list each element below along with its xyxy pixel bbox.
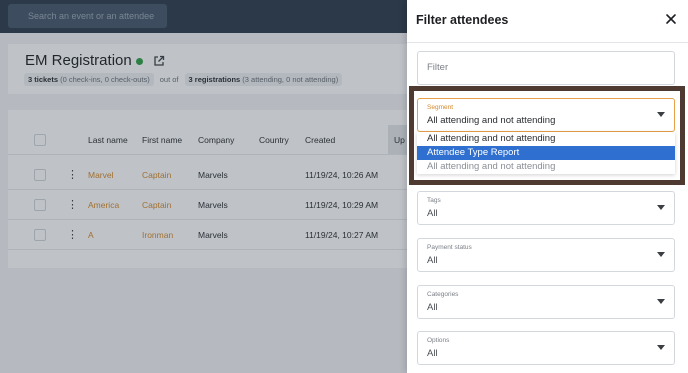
payment-status-label: Payment status	[427, 244, 472, 251]
segment-value: All attending and not attending	[427, 115, 556, 126]
options-select[interactable]: Options All	[417, 331, 675, 365]
segment-dropdown-menu: All attending and not attending Attendee…	[417, 132, 675, 174]
options-label: Options	[427, 337, 450, 344]
tags-value: All	[427, 208, 438, 219]
tags-label: Tags	[427, 197, 441, 204]
tags-select[interactable]: Tags All	[417, 191, 675, 225]
options-value: All	[427, 348, 438, 359]
filter-panel: Filter attendees Filter Segment All atte…	[407, 0, 688, 373]
panel-title: Filter attendees	[416, 13, 509, 27]
chevron-down-icon	[657, 252, 665, 257]
categories-select[interactable]: Categories All	[417, 285, 675, 319]
payment-status-select[interactable]: Payment status All	[417, 238, 675, 272]
segment-label: Segment	[427, 104, 454, 111]
categories-value: All	[427, 302, 438, 313]
chevron-down-icon	[657, 112, 665, 117]
categories-label: Categories	[427, 291, 459, 298]
chevron-down-icon	[657, 345, 665, 350]
chevron-down-icon	[657, 299, 665, 304]
segment-option-selected[interactable]: Attendee Type Report	[417, 146, 675, 160]
filter-input[interactable]: Filter	[417, 51, 675, 85]
panel-divider	[407, 42, 688, 43]
segment-select[interactable]: Segment All attending and not attending	[417, 98, 675, 132]
chevron-down-icon	[657, 205, 665, 210]
segment-option[interactable]: All attending and not attending	[417, 160, 675, 174]
close-icon[interactable]	[664, 12, 678, 26]
segment-option[interactable]: All attending and not attending	[417, 132, 675, 146]
payment-status-value: All	[427, 255, 438, 266]
